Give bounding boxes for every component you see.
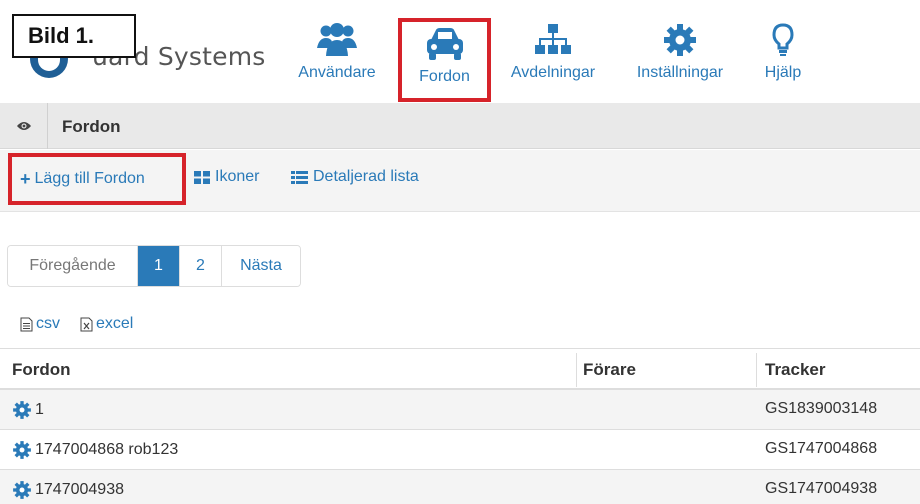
sitemap-icon <box>535 24 571 54</box>
list-icon <box>291 170 308 184</box>
vehicle-table: Fordon Förare Tracker 1 GS1839003148 174… <box>0 348 920 504</box>
detaljerad-lista-button[interactable]: Detaljerad lista <box>291 168 419 186</box>
tracker-cell: GS1839003148 <box>765 400 878 417</box>
file-text-icon <box>20 317 33 331</box>
export-csv-label: csv <box>36 315 60 332</box>
column-header-fordon[interactable]: Fordon <box>12 360 71 380</box>
section-bar: Fordon <box>0 103 920 149</box>
car-icon <box>426 28 463 60</box>
fordon-name: 1 <box>35 401 44 418</box>
ikoner-label: Ikoner <box>215 168 260 185</box>
pagination-page-1[interactable]: 1 <box>138 246 180 286</box>
table-row[interactable]: 1747004938 GS1747004938 <box>0 470 920 504</box>
nav-fordon[interactable]: Fordon <box>398 18 491 102</box>
nav-installningar[interactable]: Inställningar <box>627 22 733 98</box>
lightbulb-icon <box>772 23 794 56</box>
pagination: Föregående 1 2 Nästa <box>7 245 301 287</box>
ikoner-button[interactable]: Ikoner <box>194 168 259 186</box>
nav-label: Avdelningar <box>510 64 596 81</box>
detaljerad-lista-label: Detaljerad lista <box>313 168 419 185</box>
nav-label: Hjälp <box>764 64 802 81</box>
export-csv-link[interactable]: csv <box>20 315 60 333</box>
gear-icon[interactable] <box>12 400 32 420</box>
fordon-name: 1747004868 rob123 <box>35 441 179 458</box>
app-header: uard Systems Bild 1. Användare Fordon Av… <box>0 0 920 103</box>
column-header-tracker[interactable]: Tracker <box>765 360 826 380</box>
fordon-name: 1747004938 <box>35 481 124 498</box>
add-vehicle-button[interactable]: + Lägg till Fordon <box>8 153 186 205</box>
column-divider <box>576 353 577 387</box>
nav-label: Fordon <box>419 68 470 85</box>
fordon-cell: 1747004868 rob123 <box>12 440 178 460</box>
column-divider <box>756 353 757 387</box>
nav-avdelningar[interactable]: Avdelningar <box>500 22 606 98</box>
fordon-cell: 1 <box>12 400 44 420</box>
pagination-page-2[interactable]: 2 <box>180 246 222 286</box>
file-excel-icon <box>80 317 93 331</box>
table-row[interactable]: 1 GS1839003148 <box>0 390 920 430</box>
add-vehicle-label: Lägg till Fordon <box>34 170 145 187</box>
gear-icon[interactable] <box>12 480 32 500</box>
plus-icon: + <box>20 169 31 189</box>
users-icon <box>317 23 357 56</box>
gear-icon <box>664 24 696 56</box>
export-links: csv excel <box>20 315 133 333</box>
tracker-cell: GS1747004938 <box>765 480 878 497</box>
gear-icon[interactable] <box>12 440 32 460</box>
eye-icon <box>16 122 31 130</box>
fordon-cell: 1747004938 <box>12 480 124 500</box>
column-header-forare[interactable]: Förare <box>583 360 636 380</box>
table-header: Fordon Förare Tracker <box>0 348 920 390</box>
nav-anvandare[interactable]: Användare <box>287 22 387 98</box>
figure-label: Bild 1. <box>12 14 136 58</box>
pagination-previous[interactable]: Föregående <box>8 246 138 286</box>
nav-label: Inställningar <box>636 64 724 81</box>
page-title: Fordon <box>62 117 121 136</box>
nav-label: Användare <box>298 64 376 81</box>
export-excel-link[interactable]: excel <box>80 315 133 333</box>
export-excel-label: excel <box>96 315 134 332</box>
tracker-cell: GS1747004868 <box>765 440 878 457</box>
eye-toggle[interactable] <box>0 103 48 149</box>
th-large-icon <box>194 170 210 184</box>
pagination-next[interactable]: Nästa <box>222 246 300 286</box>
table-row[interactable]: 1747004868 rob123 GS1747004868 <box>0 430 920 470</box>
nav-hjalp[interactable]: Hjälp <box>758 22 808 98</box>
